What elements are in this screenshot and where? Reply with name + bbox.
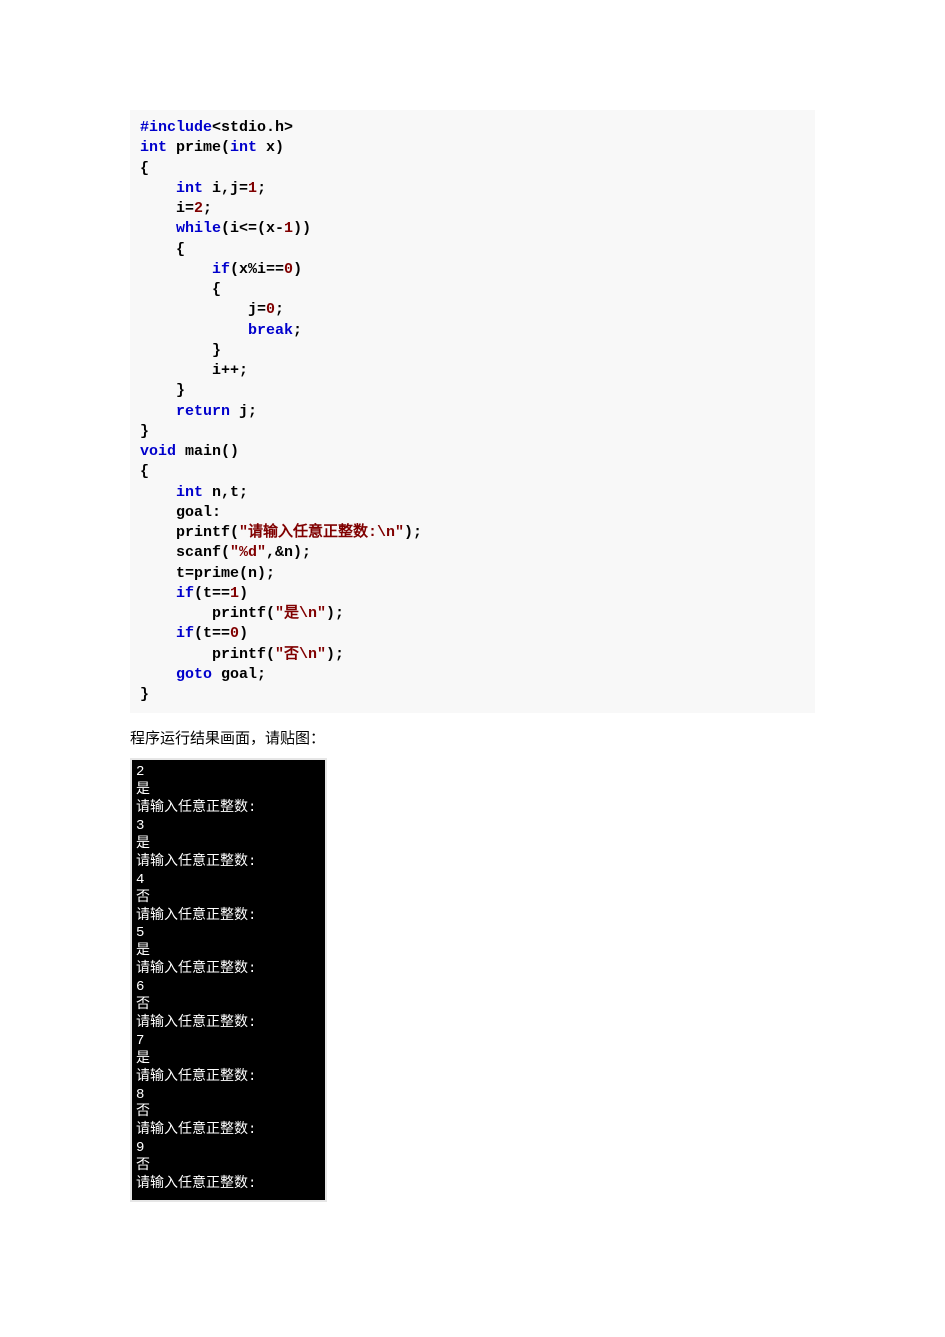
code-token: ); xyxy=(326,605,344,622)
code-token: goal: xyxy=(140,504,221,521)
code-token xyxy=(140,322,248,339)
code-token xyxy=(140,220,176,237)
code-token: if xyxy=(176,585,194,602)
code-token: j= xyxy=(140,301,266,318)
code-token: int xyxy=(140,139,167,156)
code-token: j; xyxy=(230,403,257,420)
result-caption: 程序运行结果画面，请贴图： xyxy=(130,727,815,748)
code-token: void xyxy=(140,443,176,460)
code-token: )) xyxy=(293,220,311,237)
code-token: ,&n); xyxy=(266,544,311,561)
code-token: i,j= xyxy=(203,180,248,197)
code-token: (t== xyxy=(194,625,230,642)
code-token: (t== xyxy=(194,585,230,602)
code-token: <stdio.h> xyxy=(212,119,293,136)
code-token: while xyxy=(176,220,221,237)
code-token: ) xyxy=(239,625,248,642)
code-token: ; xyxy=(203,200,212,217)
code-token: if xyxy=(176,625,194,642)
code-token: 0 xyxy=(230,625,239,642)
source-code-block: #include<stdio.h> int prime(int x) { int… xyxy=(130,110,815,713)
code-token: ) xyxy=(239,585,248,602)
code-token: goto xyxy=(176,666,212,683)
code-token: main() xyxy=(176,443,239,460)
code-token: printf( xyxy=(140,524,239,541)
code-token: "是\n" xyxy=(275,605,326,622)
code-token: { xyxy=(140,160,149,177)
code-token: } xyxy=(140,342,221,359)
code-token: (x%i== xyxy=(230,261,284,278)
console-output: 2 是 请输入任意正整数: 3 是 请输入任意正整数: 4 否 请输入任意正整数… xyxy=(130,758,327,1202)
code-token: 0 xyxy=(266,301,275,318)
page: #include<stdio.h> int prime(int x) { int… xyxy=(0,0,945,1262)
code-token xyxy=(140,403,176,420)
code-token: ); xyxy=(404,524,422,541)
code-token: scanf( xyxy=(140,544,230,561)
code-token: #include xyxy=(140,119,212,136)
code-token: "请输入任意正整数:\n" xyxy=(239,524,404,541)
code-token xyxy=(140,625,176,642)
code-token xyxy=(140,585,176,602)
code-token xyxy=(140,666,176,683)
code-token: ; xyxy=(275,301,284,318)
code-token: goal; xyxy=(212,666,266,683)
code-token: break xyxy=(248,322,293,339)
code-token: 2 xyxy=(194,200,203,217)
code-token: (i<=(x- xyxy=(221,220,284,237)
code-token: int xyxy=(176,180,203,197)
code-token: ); xyxy=(326,646,344,663)
code-token: 1 xyxy=(284,220,293,237)
code-token: t=prime(n); xyxy=(140,565,275,582)
code-token: ) xyxy=(293,261,302,278)
code-token: printf( xyxy=(140,646,275,663)
code-token: } xyxy=(140,382,185,399)
code-token: "否\n" xyxy=(275,646,326,663)
code-token: printf( xyxy=(140,605,275,622)
code-token: int xyxy=(176,484,203,501)
code-token xyxy=(140,261,212,278)
code-token: i= xyxy=(140,200,194,217)
code-token: if xyxy=(212,261,230,278)
code-token: { xyxy=(140,463,149,480)
code-token: int xyxy=(230,139,257,156)
code-token: } xyxy=(140,423,149,440)
code-token: x) xyxy=(257,139,284,156)
code-token xyxy=(140,484,176,501)
code-token: 1 xyxy=(230,585,239,602)
code-token xyxy=(140,180,176,197)
code-token: { xyxy=(140,241,185,258)
code-token: ; xyxy=(257,180,266,197)
code-token: 0 xyxy=(284,261,293,278)
code-token: i++; xyxy=(140,362,248,379)
code-token: ; xyxy=(293,322,302,339)
code-token: return xyxy=(176,403,230,420)
code-token: 1 xyxy=(248,180,257,197)
code-token: n,t; xyxy=(203,484,248,501)
code-token: } xyxy=(140,686,149,703)
code-token: "%d" xyxy=(230,544,266,561)
code-token: { xyxy=(140,281,221,298)
code-token: prime( xyxy=(167,139,230,156)
